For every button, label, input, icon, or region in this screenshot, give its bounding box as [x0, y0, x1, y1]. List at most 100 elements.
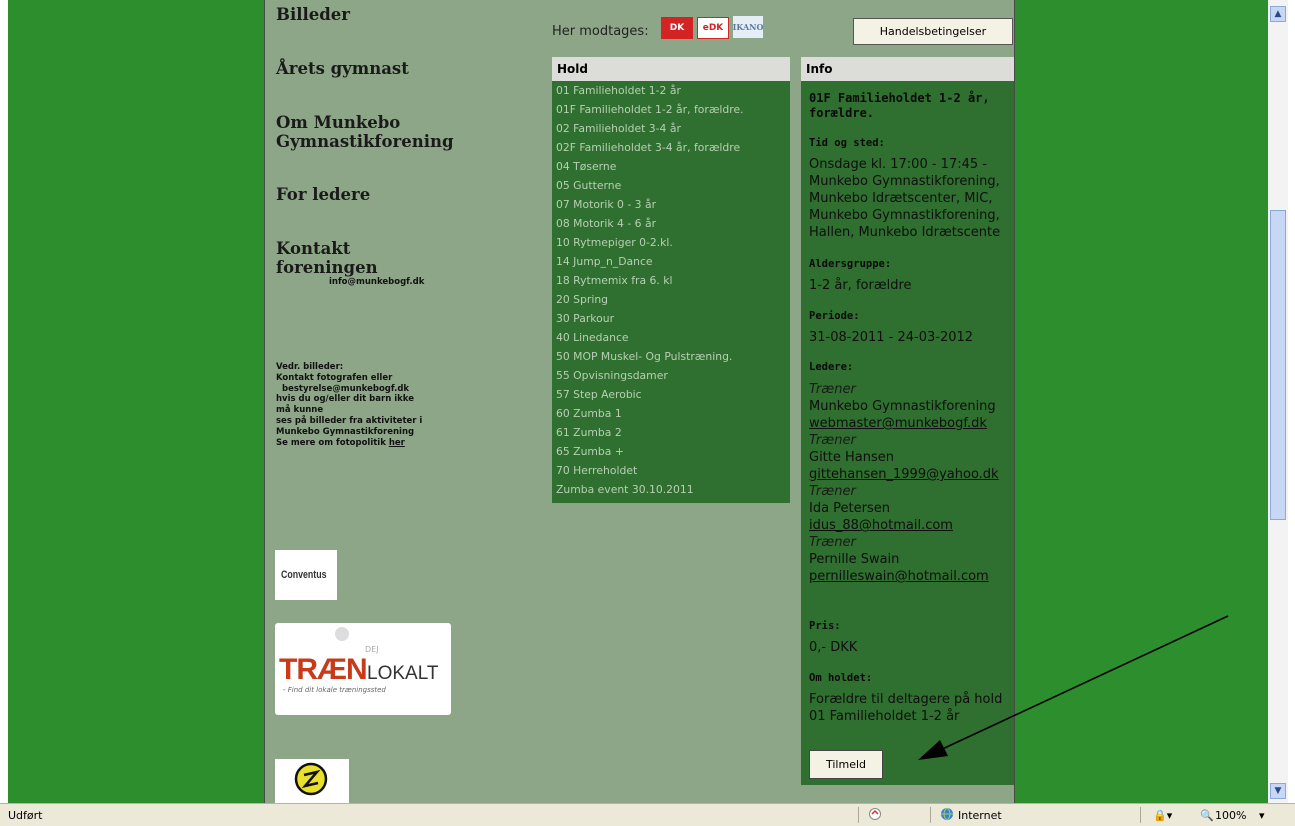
info-title-line: 01F Familieholdet 1-2 år, — [809, 91, 990, 105]
tid-line: Munkebo Gymnastikforening, — [809, 174, 1000, 189]
alder-value: 1-2 år, forældre — [809, 278, 912, 293]
status-bar: Udført Internet 🔒▾ 🔍 100% ▾ — [0, 803, 1295, 826]
photo-note-line: Vedr. billeder: — [276, 362, 344, 372]
leder-role: Træner — [809, 433, 856, 448]
dankort-icon: DK — [661, 17, 693, 39]
signup-button[interactable]: Tilmeld — [809, 750, 883, 779]
internet-globe-icon — [940, 807, 954, 824]
photo-note-line: ses på billeder fra aktiviteter i — [276, 415, 423, 426]
privacy-icon[interactable] — [868, 807, 882, 824]
leder-name: Munkebo Gymnastikforening — [809, 399, 996, 414]
scroll-down-icon[interactable]: ▼ — [1270, 783, 1286, 799]
hold-item[interactable]: 60 Zumba 1 — [552, 404, 790, 423]
hold-item[interactable]: 20 Spring — [552, 290, 790, 309]
hold-item[interactable]: 55 Opvisningsdamer — [552, 366, 790, 385]
hold-item[interactable]: 70 Herreholdet — [552, 461, 790, 480]
tid-line: Munkebo Idrætscenter, MIC, — [809, 191, 993, 206]
hold-item[interactable]: 57 Step Aerobic — [552, 385, 790, 404]
nav-billeder[interactable]: Billeder — [276, 5, 350, 24]
hold-item[interactable]: 50 MOP Muskel- Og Pulstræning. — [552, 347, 790, 366]
zumba-icon — [294, 762, 328, 796]
window-left-edge — [0, 0, 8, 803]
ledere-list: Træner Munkebo Gymnastikforening webmast… — [809, 381, 999, 585]
sidebar: Billeder Årets gymnast Om Munkebo Gymnas… — [264, 0, 547, 803]
hold-item[interactable]: 04 Tøserne — [552, 157, 790, 176]
tid-label: Tid og sted: — [809, 137, 885, 149]
hold-item[interactable]: 01 Familieholdet 1-2 år — [552, 81, 790, 100]
om-label: Om holdet: — [809, 672, 873, 684]
leder-role: Træner — [809, 382, 856, 397]
zoom-dropdown-icon[interactable]: ▾ — [1259, 809, 1265, 822]
pris-label: Pris: — [809, 620, 841, 632]
leder-role: Træner — [809, 535, 856, 550]
zumba-logo[interactable] — [275, 759, 349, 803]
protected-mode-icon[interactable]: 🔒▾ — [1153, 809, 1172, 822]
alder-label: Aldersgruppe: — [809, 258, 892, 270]
terms-button[interactable]: Handelsbetingelser — [853, 18, 1013, 45]
conventus-logo[interactable]: Conventus — [275, 550, 337, 600]
leder-email[interactable]: idus_88@hotmail.com — [809, 517, 999, 534]
hold-item[interactable]: 30 Parkour — [552, 309, 790, 328]
photo-note-prefix: Se mere om fotopolitik — [276, 437, 389, 448]
photo-note-line: Se mere om fotopolitik her — [276, 438, 456, 449]
leder-email[interactable]: webmaster@munkebogf.dk — [809, 415, 999, 432]
hold-item[interactable]: 65 Zumba + — [552, 442, 790, 461]
tid-line: Hallen, Munkebo Idrætscente — [809, 225, 1001, 240]
hold-item[interactable]: 10 Rytmepiger 0-2.kl. — [552, 233, 790, 252]
hold-item[interactable]: 01F Familieholdet 1-2 år, forældre. — [552, 100, 790, 119]
traen-lokalt-logo[interactable]: TRÆN DEJ LOKALT - Find dit lokale trænin… — [275, 623, 451, 715]
conventus-text: Conventus — [281, 569, 327, 581]
info-header: Info — [801, 57, 1014, 81]
edankort-icon: eDK — [697, 17, 729, 39]
nav-arets-gymnast[interactable]: Årets gymnast — [276, 59, 409, 78]
payment-cards: DK eDK IKANO — [661, 16, 763, 39]
tid-line: Onsdage kl. 17:00 - 17:45 - — [809, 157, 987, 172]
photo-note-line: må kunne — [276, 405, 324, 416]
scroll-up-icon[interactable]: ▲ — [1270, 6, 1286, 22]
info-title-line: forældre. — [809, 106, 875, 120]
hold-item[interactable]: 14 Jump_n_Dance — [552, 252, 790, 271]
zoom-level[interactable]: 100% — [1215, 809, 1246, 822]
nav-om-munkebo[interactable]: Om Munkebo Gymnastikforening — [276, 113, 476, 151]
periode-label: Periode: — [809, 310, 860, 322]
leder-role: Træner — [809, 484, 856, 499]
hold-item[interactable]: 18 Rytmemix fra 6. kl — [552, 271, 790, 290]
status-text: Udført — [8, 809, 43, 822]
leder-email[interactable]: gittehansen_1999@yahoo.dk — [809, 466, 999, 483]
logo-traen: TRÆN — [279, 653, 368, 686]
window-right-edge — [1288, 0, 1295, 803]
scroll-thumb[interactable] — [1270, 210, 1286, 520]
hold-item[interactable]: 08 Motorik 4 - 6 år — [552, 214, 790, 233]
nav-for-ledere[interactable]: For ledere — [276, 185, 370, 204]
vertical-scrollbar[interactable]: ▲ ▼ — [1268, 0, 1288, 803]
hold-header: Hold — [552, 57, 790, 81]
annotation-arrow-icon — [918, 615, 1229, 760]
leder-name: Pernille Swain — [809, 552, 900, 567]
leder-email[interactable]: pernilleswain@hotmail.com — [809, 568, 999, 585]
hold-item[interactable]: 02F Familieholdet 3-4 år, forældre — [552, 138, 790, 157]
status-divider — [930, 807, 931, 823]
tid-line: Munkebo Gymnastikforening, — [809, 208, 1000, 223]
logo-ball-icon — [335, 627, 349, 641]
photo-note-line: Munkebo Gymnastikforening — [276, 426, 415, 437]
photo-note-email: bestyrelse@munkebogf.dk — [282, 383, 410, 394]
hold-list: 01 Familieholdet 1-2 år 01F Familieholde… — [552, 81, 790, 503]
tid-value: Onsdage kl. 17:00 - 17:45 - Munkebo Gymn… — [809, 156, 1000, 241]
hold-item[interactable]: 07 Motorik 0 - 3 år — [552, 195, 790, 214]
nav-kontakt[interactable]: Kontakt foreningen — [276, 239, 386, 277]
hold-item[interactable]: 02 Familieholdet 3-4 år — [552, 119, 790, 138]
hold-item[interactable]: 40 Linedance — [552, 328, 790, 347]
payment-label: Her modtages: — [552, 24, 649, 39]
security-zone: Internet — [958, 809, 1002, 822]
hold-item[interactable]: 05 Gutterne — [552, 176, 790, 195]
photo-policy-note: Vedr. billeder: Kontakt fotografen eller… — [276, 362, 456, 448]
logo-lokalt: LOKALT — [367, 663, 439, 684]
pris-value: 0,- DKK — [809, 640, 858, 655]
zoom-icon[interactable]: 🔍 — [1200, 809, 1214, 822]
photo-policy-link[interactable]: her — [389, 438, 405, 448]
hold-item[interactable]: 61 Zumba 2 — [552, 423, 790, 442]
contact-email[interactable]: info@munkebogf.dk — [329, 277, 424, 287]
logo-tagline: - Find dit lokale træningssted — [283, 686, 386, 694]
leder-name: Ida Petersen — [809, 501, 891, 516]
hold-item[interactable]: Zumba event 30.10.2011 — [552, 480, 790, 499]
